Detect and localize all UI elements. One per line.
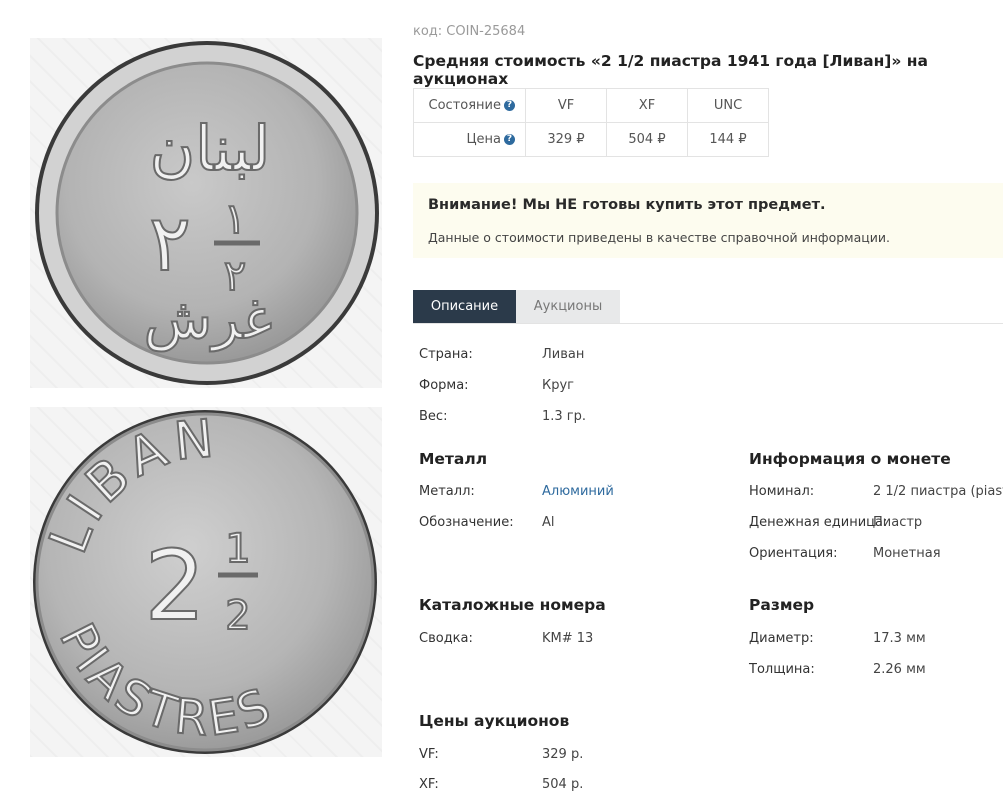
- size-heading: Размер: [749, 596, 815, 614]
- price-table: Состояние? VF XF UNC Цена? 329 ₽ 504 ₽ 1…: [413, 88, 769, 157]
- coin-obverse-image[interactable]: لبنان ٢ ١ ٢ غرش: [30, 38, 382, 388]
- property-value: Монетная: [873, 546, 941, 561]
- property-label: Ориентация:: [749, 546, 838, 561]
- property-label: Денежная единица:: [749, 515, 888, 530]
- property-label: Сводка:: [419, 631, 473, 646]
- auction-prices-heading: Цены аукционов: [419, 712, 570, 730]
- notice-box: Внимание! Мы НЕ готовы купить этот предм…: [413, 183, 1003, 258]
- coin-info-heading: Информация о монете: [749, 450, 951, 468]
- property-label: Толщина:: [749, 662, 815, 677]
- obverse-top-text: لبنان: [150, 112, 271, 185]
- grade-cell: UNC: [687, 88, 769, 123]
- price-cell: 329 ₽: [525, 122, 607, 157]
- property-value: Al: [542, 515, 555, 530]
- coin-reverse-image[interactable]: LIBAN PIASTRES 2 1 2: [30, 407, 382, 757]
- coin-code: код: COIN-25684: [413, 24, 526, 39]
- notice-text: Данные о стоимости приведены в качестве …: [428, 230, 890, 245]
- price-cell: 144 ₽: [687, 122, 769, 157]
- notice-title: Внимание! Мы НЕ готовы купить этот предм…: [428, 197, 826, 213]
- condition-label: Состояние: [428, 98, 501, 113]
- price-cell: 504 ₽: [606, 122, 688, 157]
- property-label: Форма:: [419, 378, 469, 393]
- property-label: Диаметр:: [749, 631, 814, 646]
- tab-bar: Описание Аукционы: [413, 290, 1003, 324]
- property-label: Страна:: [419, 347, 473, 362]
- price-label-cell: Цена?: [413, 122, 526, 157]
- grade-cell: XF: [606, 88, 688, 123]
- property-value: Круг: [542, 378, 575, 393]
- property-value: Ливан: [542, 347, 585, 362]
- grade-cell: VF: [525, 88, 607, 123]
- price-table-price-row: Цена? 329 ₽ 504 ₽ 144 ₽: [413, 122, 769, 157]
- catalog-heading: Каталожные номера: [419, 596, 606, 614]
- obverse-num-whole: ٢: [149, 199, 191, 289]
- property-label: Обозначение:: [419, 515, 514, 530]
- property-value: 329 р.: [542, 747, 584, 762]
- property-value: Пиастр: [873, 515, 923, 530]
- condition-label-cell: Состояние?: [413, 88, 526, 123]
- property-value: 504 р.: [542, 777, 584, 792]
- property-label: VF:: [419, 747, 439, 762]
- obverse-bottom-text: غرش: [144, 287, 273, 352]
- obverse-frac-top: ١: [224, 194, 247, 243]
- reverse-num-whole: 2: [144, 530, 205, 642]
- metal-heading: Металл: [419, 450, 488, 468]
- property-value: KM# 13: [542, 631, 594, 646]
- reverse-frac-top: 1: [225, 526, 250, 572]
- tab-auctions[interactable]: Аукционы: [516, 290, 620, 323]
- property-value: 2.26 мм: [873, 662, 926, 677]
- help-icon[interactable]: ?: [504, 134, 515, 145]
- property-label: Номинал:: [749, 484, 815, 499]
- property-label: XF:: [419, 777, 439, 792]
- property-value: 1.3 гр.: [542, 409, 587, 424]
- property-label: Вес:: [419, 409, 448, 424]
- metal-link[interactable]: Алюминий: [542, 484, 614, 499]
- property-label: Металл:: [419, 484, 475, 499]
- reverse-frac-bottom: 2: [225, 593, 250, 639]
- help-icon[interactable]: ?: [504, 100, 515, 111]
- price-table-header-row: Состояние? VF XF UNC: [413, 88, 769, 123]
- price-label: Цена: [466, 132, 501, 147]
- page-title: Средняя стоимость «2 1/2 пиастра 1941 го…: [413, 52, 928, 88]
- property-value: 17.3 мм: [873, 631, 926, 646]
- tab-description[interactable]: Описание: [413, 290, 516, 323]
- property-value: 2 1/2 пиастра (piastres): [873, 484, 1003, 499]
